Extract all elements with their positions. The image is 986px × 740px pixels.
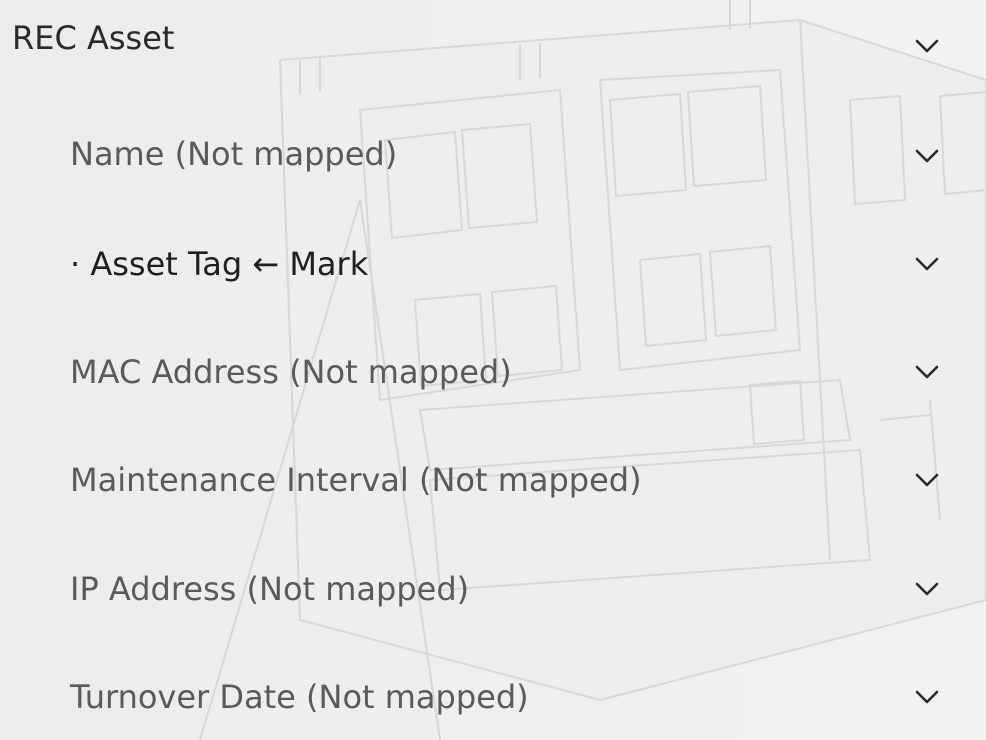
field-label: · Asset Tag ← Mark: [70, 245, 369, 283]
chevron-down-icon[interactable]: [914, 472, 940, 488]
chevron-down-icon[interactable]: [914, 256, 940, 272]
chevron-down-icon[interactable]: [914, 581, 940, 597]
field-row-asset-tag[interactable]: · Asset Tag ← Mark: [0, 224, 986, 300]
field-row-turnover-date[interactable]: Turnover Date (Not mapped): [0, 657, 986, 733]
field-label: MAC Address (Not mapped): [70, 353, 512, 391]
field-row-mac-address[interactable]: MAC Address (Not mapped): [0, 332, 986, 408]
mapping-panel: REC Asset Name (Not mapped) · Asset Tag …: [0, 0, 986, 740]
chevron-down-icon[interactable]: [914, 38, 940, 54]
field-row-maintenance-interval[interactable]: Maintenance Interval (Not mapped): [0, 440, 986, 516]
chevron-down-icon[interactable]: [914, 148, 940, 164]
field-row-ip-address[interactable]: IP Address (Not mapped): [0, 549, 986, 625]
field-label: Turnover Date (Not mapped): [70, 678, 529, 716]
section-header-rec-asset[interactable]: REC Asset: [0, 0, 986, 76]
field-row-name[interactable]: Name (Not mapped): [0, 116, 986, 192]
field-label: Maintenance Interval (Not mapped): [70, 461, 642, 499]
field-label: Name (Not mapped): [70, 135, 398, 173]
section-title: REC Asset: [12, 19, 175, 57]
chevron-down-icon[interactable]: [914, 364, 940, 380]
field-label: IP Address (Not mapped): [70, 570, 470, 608]
chevron-down-icon[interactable]: [914, 689, 940, 705]
